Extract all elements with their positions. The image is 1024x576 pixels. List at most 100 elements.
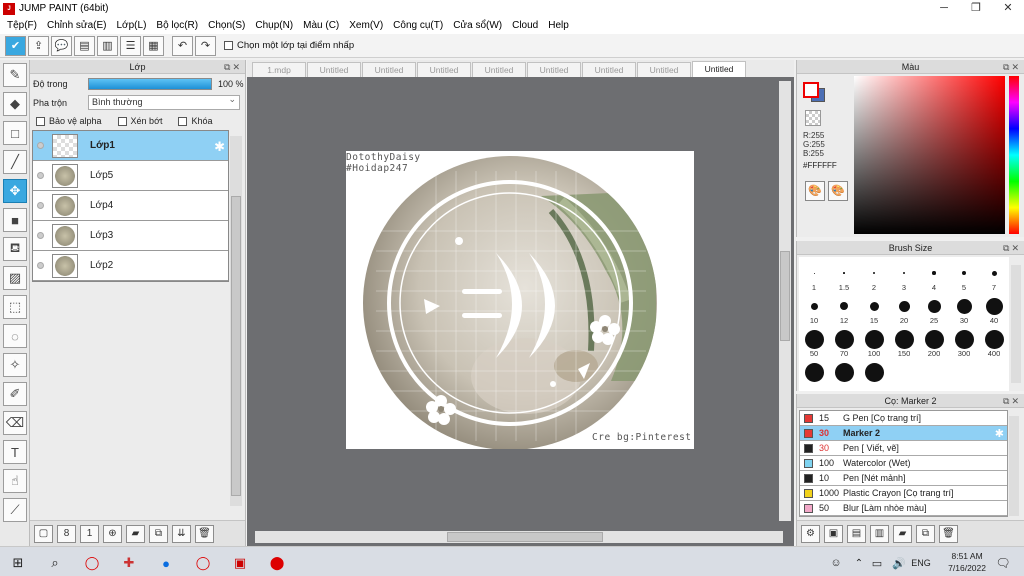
move-tool-icon[interactable]: ✥	[3, 179, 27, 203]
menu-view[interactable]: Xem(V)	[349, 20, 383, 31]
bucket-tool-icon[interactable]: ⛾	[3, 237, 27, 261]
layer-row[interactable]: Lớp4	[33, 191, 228, 221]
brush-preset-item[interactable]: 1000 Plastic Crayon [Cọ trang trí]	[800, 486, 1007, 501]
grid-check-icon[interactable]: ▦	[143, 35, 164, 56]
menu-color[interactable]: Màu (C)	[303, 20, 339, 31]
text-tool-icon[interactable]: T	[3, 440, 27, 464]
brush-size-cell[interactable]: 1.5	[829, 261, 859, 292]
maximize-button[interactable]: ❐	[960, 0, 992, 17]
checkbox-icon[interactable]	[117, 116, 127, 126]
search-icon[interactable]: ⌕	[44, 552, 66, 574]
transparent-color-swatch[interactable]	[805, 110, 821, 126]
app-grid-icon[interactable]: ✚	[118, 552, 140, 574]
opera-icon[interactable]: ◯	[81, 552, 103, 574]
brush-preset-item[interactable]: 10 Pen [Nét mảnh]	[800, 471, 1007, 486]
protect-alpha-checkbox[interactable]: Bảo vệ alpha	[36, 116, 102, 126]
layer-scrollbar[interactable]	[230, 136, 242, 506]
text-balloon-icon[interactable]: ▤	[74, 35, 95, 56]
import-brush-icon[interactable]: ▤	[847, 524, 866, 543]
lasso-select-tool-icon[interactable]: ◌	[3, 324, 27, 348]
checkbox-icon[interactable]	[224, 41, 233, 50]
palette-edit-icon[interactable]: 🎨	[828, 181, 848, 201]
layer-row[interactable]: Lớp3	[33, 221, 228, 251]
brush-size-cell[interactable]: 12	[829, 294, 859, 325]
list-icon[interactable]: ☰	[120, 35, 141, 56]
brush-size-cell[interactable]: 15	[859, 294, 889, 325]
add-brush-icon[interactable]: ▣	[824, 524, 843, 543]
tab-document[interactable]: 1.mdp	[252, 62, 306, 77]
canvas-area[interactable]: 1.mdp Untitled Untitled Untitled Untitle…	[247, 60, 794, 546]
foreground-color-swatch[interactable]	[803, 82, 819, 98]
fill-rect-tool-icon[interactable]: ■	[3, 208, 27, 232]
export-brush-icon[interactable]: ▥	[870, 524, 889, 543]
brush-size-cell[interactable]: 20	[889, 294, 919, 325]
visibility-toggle-icon[interactable]	[37, 262, 44, 269]
brush-size-cell[interactable]: 7	[979, 261, 1009, 292]
select-layer-on-click-checkbox[interactable]: Chọn một lớp tại điểm nhấp	[224, 40, 354, 51]
magic-wand-tool-icon[interactable]: ✧	[3, 353, 27, 377]
people-icon[interactable]: ☺	[825, 552, 847, 574]
visibility-toggle-icon[interactable]	[37, 232, 44, 239]
brush-size-cell[interactable]: 25	[919, 294, 949, 325]
visibility-toggle-icon[interactable]	[37, 202, 44, 209]
brush-preset-scrollbar[interactable]	[1009, 416, 1019, 516]
menu-tools[interactable]: Công cụ(T)	[393, 20, 443, 31]
brush-size-cell[interactable]: 50	[799, 327, 829, 358]
menu-filter[interactable]: Bộ lọc(R)	[156, 20, 198, 31]
panel-window-icons[interactable]: ⧉✕	[1003, 60, 1021, 74]
hand-tool-icon[interactable]: ☝	[3, 469, 27, 493]
layer-row[interactable]: Lớp2	[33, 251, 228, 281]
menu-cloud[interactable]: Cloud	[512, 20, 538, 31]
panel-window-icons[interactable]: ⧉✕	[224, 60, 242, 74]
tab-document[interactable]: Untitled	[362, 62, 416, 77]
clock[interactable]: 8:51 AM 7/16/2022	[948, 550, 986, 574]
brush-tool-icon[interactable]: ✎	[3, 63, 27, 87]
export-icon[interactable]: ⇪	[28, 35, 49, 56]
layer-row[interactable]: Lớp5	[33, 161, 228, 191]
add-layer-dropdown-icon[interactable]: ⊕	[103, 524, 122, 543]
drawing-canvas[interactable]: DotothyDaisy #Hoidap247 Cre bg:Pinterest	[346, 151, 694, 449]
menu-select[interactable]: Chọn(S)	[208, 20, 245, 31]
brush-size-cell[interactable]: 2	[859, 261, 889, 292]
select-pen-tool-icon[interactable]: ✐	[3, 382, 27, 406]
gradient-tool-icon[interactable]: ▨	[3, 266, 27, 290]
line-tool-icon[interactable]: ╱	[3, 150, 27, 174]
tab-document[interactable]: Untitled	[527, 62, 581, 77]
new-layer-8bit-icon[interactable]: 8	[57, 524, 76, 543]
eyedropper-tool-icon[interactable]: ⟋	[3, 498, 27, 522]
brush-size-cell[interactable]: 10	[799, 294, 829, 325]
gear-icon[interactable]: ✱	[214, 139, 225, 155]
brush-size-cell[interactable]: 300	[949, 327, 979, 358]
menu-file[interactable]: Tệp(F)	[7, 20, 37, 31]
panel-window-icons[interactable]: ⧉✕	[1003, 241, 1021, 255]
brush-size-cell[interactable]: 5	[949, 261, 979, 292]
brush-size-cell[interactable]: 150	[889, 327, 919, 358]
network-icon[interactable]: ▭	[866, 552, 888, 574]
panel-window-icons[interactable]: ⧉✕	[1003, 394, 1021, 408]
tab-document[interactable]: Untitled	[417, 62, 471, 77]
menu-capture[interactable]: Chụp(N)	[255, 20, 293, 31]
opera-gx-icon[interactable]: ◯	[192, 552, 214, 574]
brush-size-cell[interactable]: 1	[799, 261, 829, 292]
brush-size-cell[interactable]: 70	[829, 327, 859, 358]
gear-icon[interactable]: ✱	[995, 427, 1004, 440]
brush-size-cell[interactable]	[799, 360, 829, 382]
new-layer-icon[interactable]: ▢	[34, 524, 53, 543]
saturation-value-picker[interactable]	[854, 76, 1005, 234]
rect-select-tool-icon[interactable]: ⬚	[3, 295, 27, 319]
brush-size-cell[interactable]: 30	[949, 294, 979, 325]
brush-preset-item[interactable]: 100 Watercolor (Wet)	[800, 456, 1007, 471]
brush-size-scrollbar[interactable]	[1011, 265, 1021, 383]
folder-icon[interactable]: ▰	[126, 524, 145, 543]
brush-size-cell[interactable]: 4	[919, 261, 949, 292]
menu-help[interactable]: Help	[548, 20, 569, 31]
minimize-button[interactable]: ─	[928, 0, 960, 17]
checkbox-icon[interactable]	[36, 116, 45, 126]
duplicate-icon[interactable]: ⧉	[916, 524, 935, 543]
canvas-horizontal-scrollbar[interactable]	[255, 531, 783, 543]
page-icon[interactable]: ▥	[97, 35, 118, 56]
jump-paint-icon[interactable]: ▣	[229, 552, 251, 574]
brush-settings-icon[interactable]: ⚙	[801, 524, 820, 543]
brush-size-cell[interactable]: 200	[919, 327, 949, 358]
tab-document[interactable]: Untitled	[307, 62, 361, 77]
